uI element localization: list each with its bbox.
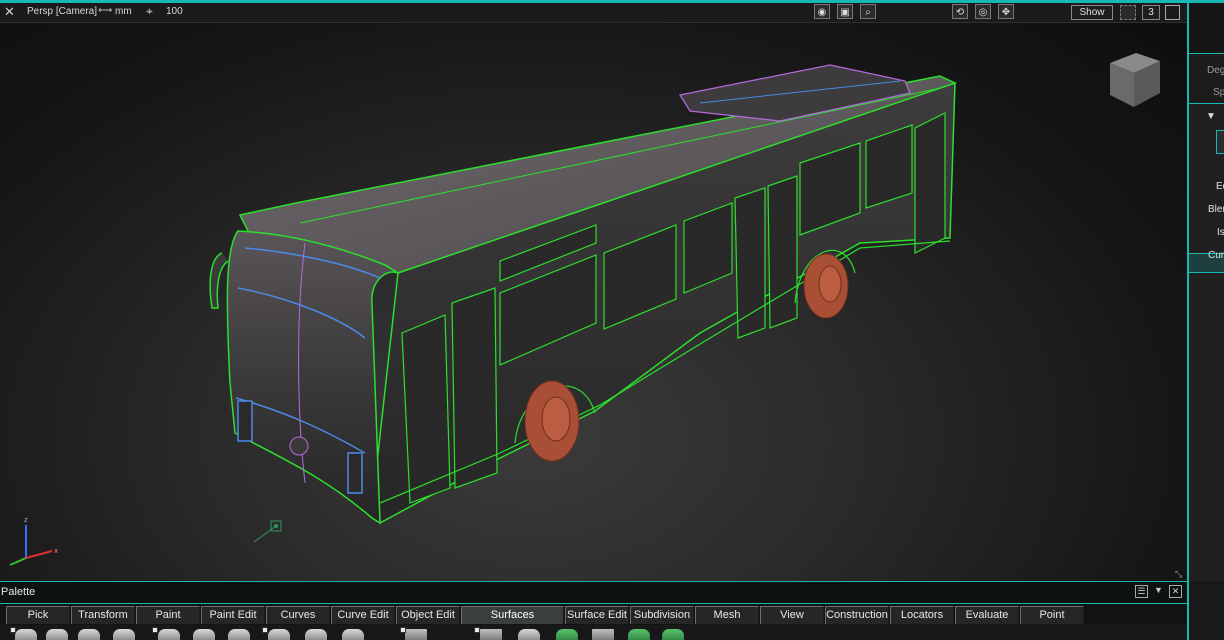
units-icon: ⟷ xyxy=(98,5,113,16)
panel-scroll-handle[interactable] xyxy=(1216,130,1224,154)
tab-object-edit[interactable]: Object Edit xyxy=(396,606,460,624)
control-panel: Deg Sp ▼ D Ed Blen Is Cur xyxy=(1187,3,1224,581)
surface-tool-icon[interactable] xyxy=(628,629,650,640)
surface-tool-icon[interactable] xyxy=(15,629,37,640)
tab-curve-edit[interactable]: Curve Edit xyxy=(331,606,395,624)
rear-panel xyxy=(914,112,946,254)
tab-view[interactable]: View xyxy=(760,606,824,624)
camera-icon[interactable]: ◉ xyxy=(814,4,830,19)
tab-mesh[interactable]: Mesh xyxy=(695,606,759,624)
surface-tool-icon[interactable] xyxy=(556,629,578,640)
surface-tool-icon[interactable] xyxy=(268,629,290,640)
tool-marker-icon xyxy=(152,627,158,633)
palette-header: Palette ☰ ▼ ✕ xyxy=(0,581,1187,604)
tab-paint-edit[interactable]: Paint Edit xyxy=(201,606,265,624)
move-icon[interactable]: ✥ xyxy=(998,4,1014,19)
tab-point-clouds[interactable]: Point Clouds xyxy=(1020,606,1084,637)
tab-subdivision[interactable]: Subdivision xyxy=(630,606,694,624)
view-cube[interactable] xyxy=(1106,51,1162,109)
panel-label-is: Is xyxy=(1217,227,1224,238)
door xyxy=(451,287,498,489)
layout-number[interactable]: 3 xyxy=(1142,5,1160,20)
surface-tool-icon[interactable] xyxy=(158,629,180,640)
bus-model[interactable] xyxy=(0,3,1187,581)
perspective-viewport[interactable]: ✕ Persp [Camera] ⟷ mm ⌖ 100 ◉ ▣ ⌕ ⟲ ◎ ✥ … xyxy=(0,3,1187,581)
tab-evaluate[interactable]: Evaluate xyxy=(955,606,1019,624)
tool-marker-icon xyxy=(10,627,16,633)
grid-scale-icon: ⌖ xyxy=(146,4,153,18)
control-panel-footer xyxy=(1187,581,1224,640)
maximize-icon[interactable] xyxy=(1165,5,1180,20)
tab-surfaces[interactable]: Surfaces xyxy=(461,606,564,624)
viewport-units: mm xyxy=(115,6,132,17)
tab-pick[interactable]: Pick xyxy=(6,606,70,624)
bus-mirror xyxy=(209,252,229,309)
resize-grip-icon[interactable]: ⤡ xyxy=(1175,569,1185,579)
viewport-header: ✕ Persp [Camera] ⟷ mm ⌖ 100 ◉ ▣ ⌕ ⟲ ◎ ✥ … xyxy=(0,3,1187,23)
collapse-triangle-icon[interactable]: ▼ xyxy=(1206,111,1216,122)
door xyxy=(401,314,451,504)
surface-tool-icon[interactable] xyxy=(305,629,327,640)
surface-tool-icon[interactable] xyxy=(228,629,250,640)
tool-marker-icon xyxy=(474,627,480,633)
surface-tool-icon[interactable] xyxy=(113,629,135,640)
surface-tool-icon[interactable] xyxy=(480,629,502,640)
axis-gizmo: z x xyxy=(9,516,58,566)
surface-tool-icon[interactable] xyxy=(78,629,100,640)
control-panel-header xyxy=(1189,3,1224,54)
tab-locators[interactable]: Locators xyxy=(890,606,954,624)
door xyxy=(767,175,798,329)
tool-marker-icon xyxy=(400,627,406,633)
layout-icon[interactable] xyxy=(1120,5,1136,20)
grid-scale-value: 100 xyxy=(166,6,183,17)
zoom-icon[interactable]: ⌕ xyxy=(860,4,876,19)
panel-label-degree: Deg xyxy=(1207,65,1224,76)
palette-title: Palette xyxy=(1,586,36,598)
show-button[interactable]: Show xyxy=(1071,5,1113,20)
palette-menu-icon[interactable]: ☰ xyxy=(1135,585,1148,598)
surface-tool-icon[interactable] xyxy=(662,629,684,640)
svg-text:x: x xyxy=(54,547,58,555)
panel-label-spans: Sp xyxy=(1213,87,1224,98)
tab-construction[interactable]: Construction xyxy=(825,606,889,624)
snapshot-icon[interactable]: ▣ xyxy=(837,4,853,19)
palette-close-icon[interactable]: ✕ xyxy=(1169,585,1182,598)
front-emblem xyxy=(289,436,309,456)
panel-label-cur: Cur xyxy=(1208,250,1224,261)
palette-tabs: Pick Transform Paint Paint Edit Curves C… xyxy=(0,603,1187,637)
tab-curves[interactable]: Curves xyxy=(266,606,330,624)
surface-tool-icon[interactable] xyxy=(592,629,614,640)
control-panel-section xyxy=(1189,103,1224,581)
surface-tool-icon[interactable] xyxy=(518,629,540,640)
chevron-down-icon[interactable]: ▼ xyxy=(1152,585,1165,598)
close-icon[interactable]: ✕ xyxy=(2,4,17,19)
surface-tool-icon[interactable] xyxy=(193,629,215,640)
surface-tool-icon[interactable] xyxy=(405,629,427,640)
panel-label-blend: Blen xyxy=(1208,204,1224,215)
door xyxy=(734,187,766,339)
tab-transform[interactable]: Transform xyxy=(71,606,135,624)
palette-tools xyxy=(0,625,1187,640)
svg-text:z: z xyxy=(24,516,28,524)
headlight xyxy=(237,400,253,442)
sphere-icon[interactable]: ◎ xyxy=(975,4,991,19)
viewport-title[interactable]: Persp [Camera] xyxy=(27,6,97,17)
headlight xyxy=(347,452,363,494)
tab-paint[interactable]: Paint xyxy=(136,606,200,624)
tumble-icon[interactable]: ⟲ xyxy=(952,4,968,19)
pivot-icon xyxy=(253,520,282,543)
tool-marker-icon xyxy=(262,627,268,633)
surface-tool-icon[interactable] xyxy=(46,629,68,640)
panel-label-ed: Ed xyxy=(1216,181,1224,192)
surface-tool-icon[interactable] xyxy=(342,629,364,640)
tab-surface-edit[interactable]: Surface Edit xyxy=(565,606,629,624)
